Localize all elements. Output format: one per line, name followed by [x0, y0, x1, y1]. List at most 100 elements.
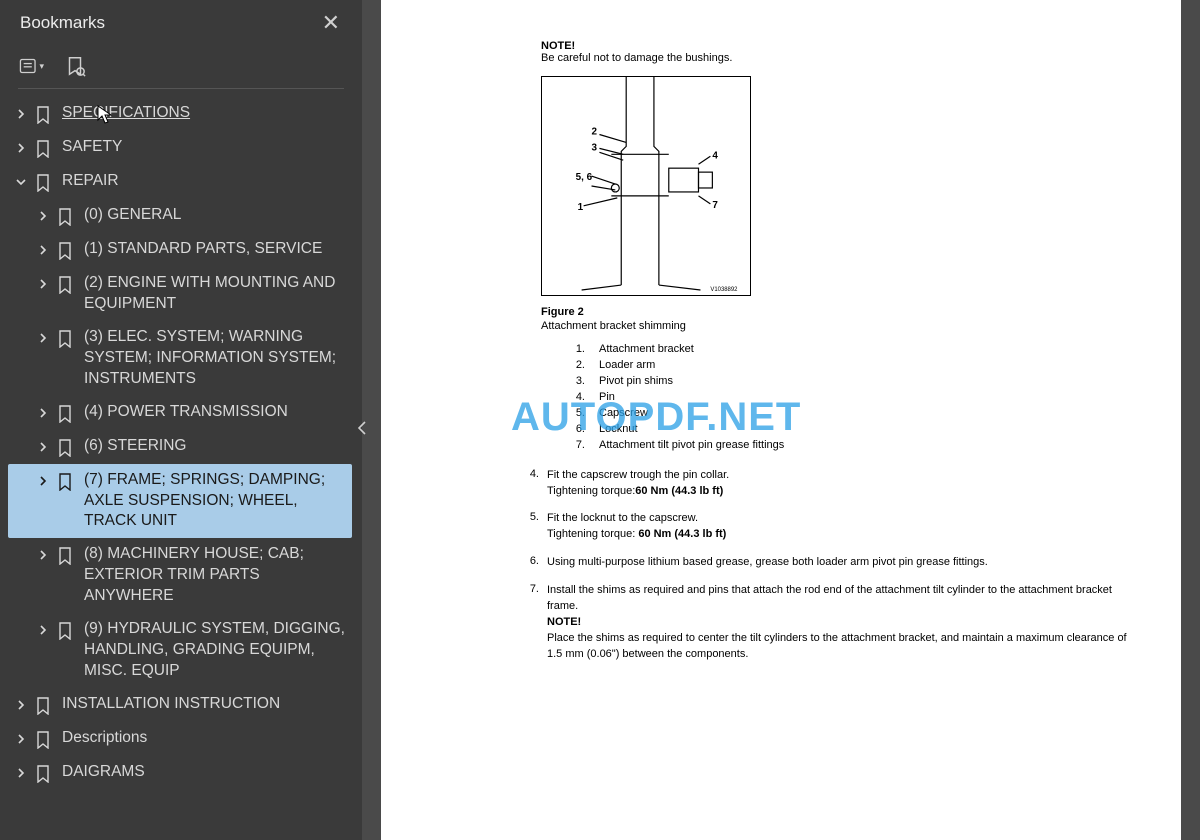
step-line: Tightening torque:60 Nm (44.3 lb ft): [547, 484, 1131, 500]
part-number: 5.: [571, 406, 585, 422]
parts-legend-row: 3. Pivot pin shims: [571, 374, 1131, 390]
callout-7: 7: [712, 200, 718, 211]
bookmark-item[interactable]: INSTALLATION INSTRUCTION: [8, 688, 352, 722]
chevron-right-icon[interactable]: [36, 438, 50, 456]
bookmark-item[interactable]: REPAIR: [8, 165, 352, 199]
callout-2: 2: [592, 126, 598, 137]
bookmark-item[interactable]: (4) POWER TRANSMISSION: [8, 396, 352, 430]
chevron-right-icon[interactable]: [36, 621, 50, 639]
part-name: Pin: [599, 390, 615, 406]
bookmark-icon: [56, 275, 74, 295]
callout-4: 4: [712, 150, 718, 161]
sidebar-collapse-handle[interactable]: [355, 418, 369, 438]
step-line: Place the shims as required to center th…: [547, 631, 1131, 663]
bookmark-icon: [34, 173, 52, 193]
chevron-right-icon[interactable]: [36, 472, 50, 490]
part-name: Attachment tilt pivot pin grease fitting…: [599, 438, 784, 454]
chevron-right-icon[interactable]: [14, 139, 28, 157]
part-name: Pivot pin shims: [599, 374, 673, 390]
sidebar-header: Bookmarks ✕: [0, 0, 362, 46]
chevron-right-icon[interactable]: [14, 105, 28, 123]
bookmark-item[interactable]: SAFETY: [8, 131, 352, 165]
bookmark-item[interactable]: SPECIFICATIONS: [8, 97, 352, 131]
bookmark-label: REPAIR: [62, 171, 348, 192]
parts-legend-row: 2. Loader arm: [571, 358, 1131, 374]
step-line: Install the shims as required and pins t…: [547, 583, 1131, 615]
bookmark-item[interactable]: (3) ELEC. SYSTEM; WARNING SYSTEM; INFORM…: [8, 321, 352, 396]
step-line: Using multi-purpose lithium based grease…: [547, 555, 1131, 571]
step-number: 4.: [521, 468, 539, 500]
close-icon[interactable]: ✕: [314, 6, 348, 40]
chevron-right-icon[interactable]: [14, 730, 28, 748]
step-line: Tightening torque: 60 Nm (44.3 lb ft): [547, 527, 1131, 543]
bookmark-icon: [56, 438, 74, 458]
bookmark-label: (9) HYDRAULIC SYSTEM, DIGGING, HANDLING,…: [84, 619, 348, 682]
part-name: Loader arm: [599, 358, 655, 374]
note-label: NOTE!: [541, 40, 1131, 52]
step-number: 6.: [521, 555, 539, 571]
bookmark-item[interactable]: (1) STANDARD PARTS, SERVICE: [8, 233, 352, 267]
procedure-step: 4.Fit the capscrew trough the pin collar…: [521, 468, 1131, 500]
part-number: 7.: [571, 438, 585, 454]
bookmark-item[interactable]: (0) GENERAL: [8, 199, 352, 233]
bookmark-item[interactable]: (9) HYDRAULIC SYSTEM, DIGGING, HANDLING,…: [8, 613, 352, 688]
part-number: 6.: [571, 422, 585, 438]
parts-legend-row: 5. Capscrew: [571, 406, 1131, 422]
bookmark-item[interactable]: Descriptions: [8, 722, 352, 756]
part-number: 2.: [571, 358, 585, 374]
bookmark-label: (0) GENERAL: [84, 205, 348, 226]
bookmark-icon: [56, 621, 74, 641]
chevron-right-icon[interactable]: [36, 275, 50, 293]
find-bookmark-icon[interactable]: [62, 54, 88, 78]
chevron-right-icon[interactable]: [14, 764, 28, 782]
bookmark-item[interactable]: (7) FRAME; SPRINGS; DAMPING; AXLE SUSPEN…: [8, 464, 352, 539]
bookmark-icon: [56, 546, 74, 566]
bookmark-label: (1) STANDARD PARTS, SERVICE: [84, 239, 348, 260]
bookmark-item[interactable]: (2) ENGINE WITH MOUNTING AND EQUIPMENT: [8, 267, 352, 321]
step-number: 7.: [521, 583, 539, 663]
step-line: NOTE!: [547, 615, 1131, 631]
callout-56: 5, 6: [576, 172, 593, 183]
bookmark-label: (6) STEERING: [84, 436, 348, 457]
chevron-right-icon[interactable]: [14, 696, 28, 714]
step-body: Using multi-purpose lithium based grease…: [547, 555, 1131, 571]
parts-legend-row: 7. Attachment tilt pivot pin grease fitti…: [571, 438, 1131, 454]
step-body: Fit the locknut to the capscrew.Tighteni…: [547, 511, 1131, 543]
part-name: Attachment bracket: [599, 342, 694, 358]
sidebar-divider: [18, 88, 344, 89]
bookmark-label: DAIGRAMS: [62, 762, 348, 783]
chevron-right-icon[interactable]: [36, 329, 50, 347]
document-viewport[interactable]: NOTE! Be careful not to damage the bushi…: [362, 0, 1200, 840]
figure-diagram: 2 3 5, 6 1 4 7 V1038892: [541, 76, 751, 296]
options-dropdown-button[interactable]: ▾: [18, 54, 44, 78]
sidebar-toolbar: ▾: [0, 46, 362, 88]
part-number: 3.: [571, 374, 585, 390]
parts-legend: 1. Attachment bracket 2. Loader arm 3. Pivot …: [571, 342, 1131, 454]
chevron-right-icon[interactable]: [36, 207, 50, 225]
step-body: Fit the capscrew trough the pin collar.T…: [547, 468, 1131, 500]
chevron-down-icon[interactable]: [14, 173, 28, 191]
parts-legend-row: 6.Locknut: [571, 422, 1131, 438]
bookmark-label: SAFETY: [62, 137, 348, 158]
callout-3: 3: [592, 142, 598, 153]
chevron-right-icon[interactable]: [36, 241, 50, 259]
step-number: 5.: [521, 511, 539, 543]
part-number: 1.: [571, 342, 585, 358]
part-name: Capscrew: [599, 406, 648, 422]
bookmarks-sidebar: Bookmarks ✕ ▾ SPECIFICATIONS SAFETY REPAIR…: [0, 0, 362, 840]
bookmark-item[interactable]: DAIGRAMS: [8, 756, 352, 790]
chevron-right-icon[interactable]: [36, 546, 50, 564]
parts-legend-row: 4. Pin: [571, 390, 1131, 406]
part-number: 4.: [571, 390, 585, 406]
bookmark-item[interactable]: (8) MACHINERY HOUSE; CAB; EXTERIOR TRIM …: [8, 538, 352, 613]
bookmark-label: (3) ELEC. SYSTEM; WARNING SYSTEM; INFORM…: [84, 327, 348, 390]
bookmark-icon: [34, 696, 52, 716]
bookmark-icon: [56, 329, 74, 349]
procedure-step: 5.Fit the locknut to the capscrew.Tighte…: [521, 511, 1131, 543]
bookmark-tree[interactable]: SPECIFICATIONS SAFETY REPAIR (0) GENERAL (1)…: [0, 95, 362, 840]
bookmark-icon: [56, 472, 74, 492]
chevron-right-icon[interactable]: [36, 404, 50, 422]
bookmark-item[interactable]: (6) STEERING: [8, 430, 352, 464]
procedure-steps: 4.Fit the capscrew trough the pin collar…: [521, 468, 1131, 663]
bookmark-label: (7) FRAME; SPRINGS; DAMPING; AXLE SUSPEN…: [84, 470, 348, 533]
